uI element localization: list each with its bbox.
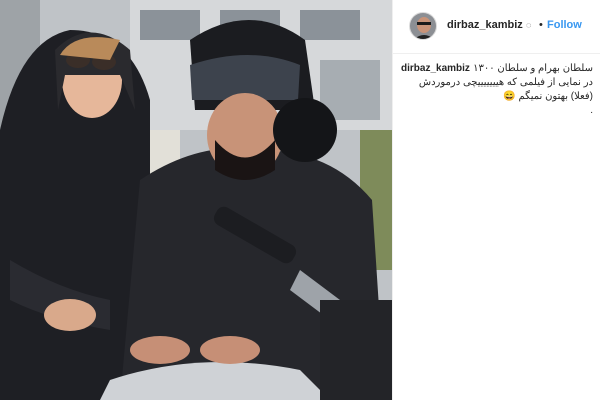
photo-illustration (0, 0, 392, 400)
caption-username-link[interactable]: dirbaz_kambiz (401, 62, 473, 76)
avatar[interactable] (409, 12, 437, 40)
instagram-post: dirbaz_kambiz ◌ • Follow سلطان بهرام و س… (0, 0, 600, 400)
separator-dot: • (539, 19, 543, 31)
caption-line: سلطان بهرام و سلطان ۱۳۰۰ dirbaz_kambiz (401, 62, 593, 76)
post-header: dirbaz_kambiz ◌ • Follow (393, 0, 600, 54)
photo-divider (392, 0, 393, 400)
caption-text: سلطان بهرام و سلطان ۱۳۰۰ (473, 63, 593, 74)
avatar-image (410, 13, 436, 39)
caption-line: در نمایی از فیلمی که هیییییییچی درموردش (418, 77, 593, 88)
caption-line: (فعلا) بهتون نمیگم 😄 (503, 91, 593, 102)
caption-line: . (590, 105, 593, 116)
verified-badge-icon: ◌ (526, 20, 532, 30)
post-photo[interactable] (0, 0, 392, 400)
follow-button[interactable]: Follow (547, 19, 582, 31)
username-link[interactable]: dirbaz_kambiz (447, 19, 523, 31)
